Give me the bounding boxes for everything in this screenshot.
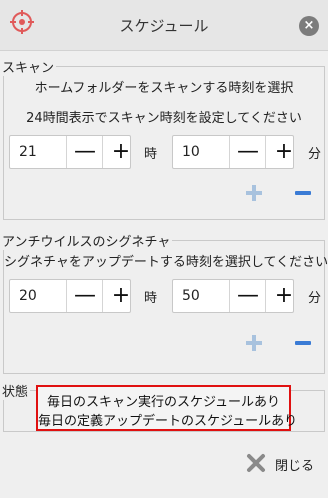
scan-minute-unit: 分 bbox=[308, 147, 322, 162]
close-x-icon bbox=[247, 454, 265, 472]
signature-minute-increment-button[interactable]: + bbox=[265, 280, 302, 312]
scan-instruction: ホームフォルダーをスキャンする時刻を選択 bbox=[34, 81, 294, 96]
signature-instruction: シグネチャをアップデートする時刻を選択してください bbox=[4, 255, 328, 270]
scan-hour-spinner[interactable]: 21 — + bbox=[9, 135, 131, 169]
remove-signature-schedule-icon[interactable] bbox=[293, 333, 313, 353]
close-button[interactable]: 閉じる bbox=[244, 450, 320, 476]
close-button-label: 閉じる bbox=[275, 459, 315, 474]
close-icon[interactable]: × bbox=[299, 16, 319, 36]
scan-minute-increment-button[interactable]: + bbox=[265, 136, 302, 168]
signature-section-label: アンチウイルスのシグネチャ bbox=[2, 231, 173, 250]
signature-minute-unit: 分 bbox=[308, 291, 322, 306]
remove-schedule-icon[interactable] bbox=[293, 183, 313, 203]
scan-hour-decrement-button[interactable]: — bbox=[66, 136, 103, 168]
scan-hour-unit: 時 bbox=[144, 147, 158, 162]
scan-hour-increment-button[interactable]: + bbox=[102, 136, 139, 168]
scan-minute-spinner[interactable]: 10 — + bbox=[172, 135, 294, 169]
status-highlight-box: 毎日のスキャン実行のスケジュールあり 毎日の定義アップデートのスケジュールあり bbox=[36, 385, 298, 431]
scan-minute-decrement-button[interactable]: — bbox=[229, 136, 266, 168]
add-schedule-icon[interactable] bbox=[244, 183, 264, 203]
signature-minute-spinner[interactable]: 50 — + bbox=[172, 279, 294, 313]
status-scan-scheduled: 毎日のスキャン実行のスケジュールあり bbox=[46, 395, 281, 410]
signature-minute-decrement-button[interactable]: — bbox=[229, 280, 266, 312]
signature-hour-unit: 時 bbox=[144, 291, 158, 306]
signature-hour-spinner[interactable]: 20 — + bbox=[9, 279, 131, 313]
status-section-label: 状態 bbox=[2, 381, 31, 400]
signature-hour-decrement-button[interactable]: — bbox=[66, 280, 103, 312]
scan-frame: ホームフォルダーをスキャンする時刻を選択 24時間表示でスキャン時刻を設定してく… bbox=[3, 66, 325, 220]
add-signature-schedule-icon[interactable] bbox=[244, 333, 264, 353]
window-title: スケジュール bbox=[119, 17, 209, 35]
status-update-scheduled: 毎日の定義アップデートのスケジュールあり bbox=[38, 414, 298, 429]
title-bar: スケジュール × bbox=[0, 0, 328, 51]
scan-hint: 24時間表示でスキャン時刻を設定してください bbox=[26, 111, 302, 126]
signature-frame: シグネチャをアップデートする時刻を選択してください 20 — + 時 50 — … bbox=[3, 240, 328, 374]
signature-hour-increment-button[interactable]: + bbox=[102, 280, 139, 312]
scan-section-label: スキャン bbox=[2, 57, 57, 76]
